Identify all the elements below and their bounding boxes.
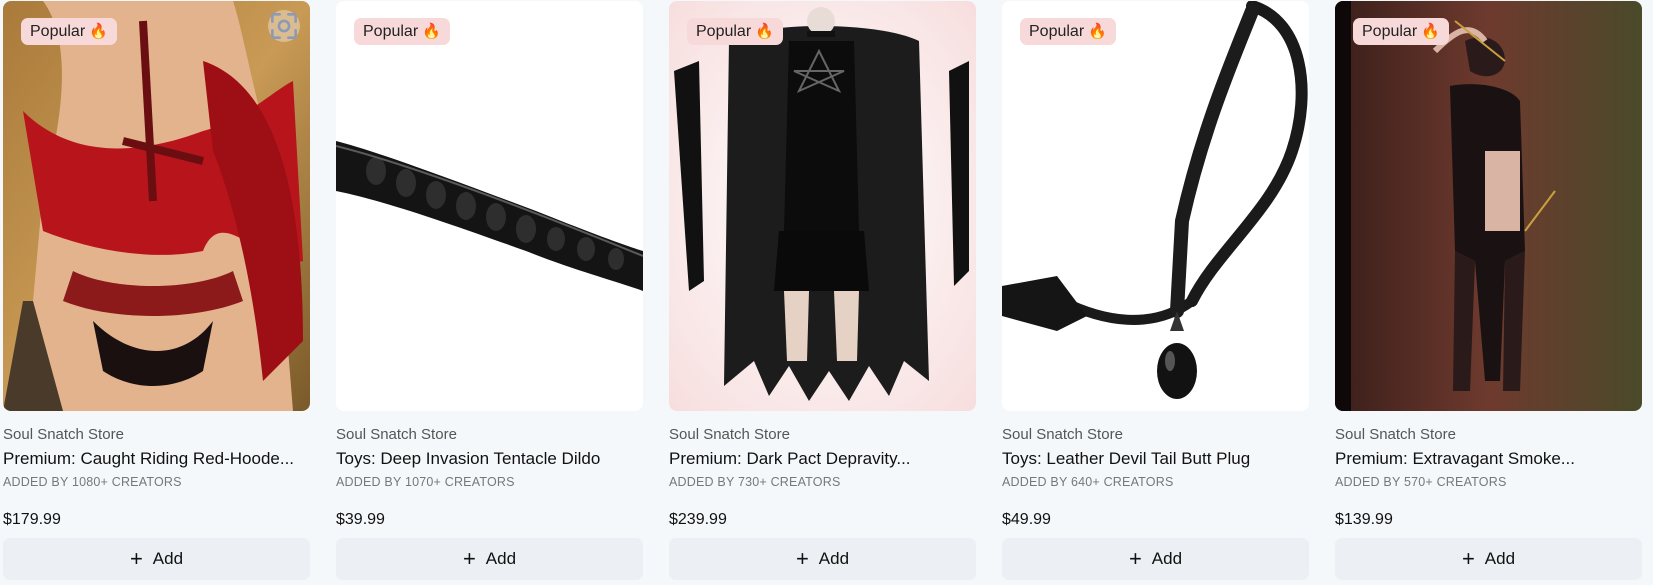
product-price: $139.99 (1335, 511, 1393, 528)
product-card[interactable]: Popular 🔥 Soul Snatch Store Toys: Deep I… (336, 0, 643, 585)
product-card[interactable]: Popular 🔥 Soul Snatch Store Toys: Leathe… (1002, 0, 1309, 585)
product-title[interactable]: Toys: Leather Devil Tail Butt Plug (1002, 449, 1309, 469)
visual-search-button[interactable] (268, 10, 300, 42)
add-button[interactable]: + Add (1335, 538, 1642, 580)
popular-badge: Popular 🔥 (1353, 18, 1449, 45)
product-title[interactable]: Premium: Extravagant Smoke... (1335, 449, 1642, 469)
plus-icon: + (462, 546, 476, 571)
add-button-label: Add (152, 549, 184, 568)
add-button[interactable]: + Add (1002, 538, 1309, 580)
product-price: $39.99 (336, 511, 385, 528)
popular-badge-label: Popular (696, 23, 752, 40)
product-photo-black-latex-outfit (669, 1, 976, 411)
popular-badge-label: Popular (30, 23, 86, 40)
popular-badge-label: Popular (363, 23, 419, 40)
product-title[interactable]: Premium: Caught Riding Red-Hoode... (3, 449, 310, 469)
added-by-count: ADDED BY 570+ CREATORS (1335, 475, 1507, 489)
store-name[interactable]: Soul Snatch Store (3, 426, 124, 443)
product-price: $179.99 (3, 511, 61, 528)
popular-badge: Popular 🔥 (687, 18, 783, 45)
product-title[interactable]: Toys: Deep Invasion Tentacle Dildo (336, 449, 643, 469)
scan-icon (271, 13, 297, 39)
product-image[interactable]: Popular 🔥 (336, 1, 643, 411)
added-by-count: ADDED BY 1070+ CREATORS (336, 475, 515, 489)
product-card[interactable]: Popular 🔥 Soul Snatch Store Premium: Dar… (669, 0, 976, 585)
product-photo-smoke-costume (1335, 1, 1642, 411)
plus-icon: + (1461, 546, 1475, 571)
popular-badge-label: Popular (1029, 23, 1085, 40)
add-button-label: Add (1151, 549, 1183, 568)
added-by-count: ADDED BY 1080+ CREATORS (3, 475, 182, 489)
add-button[interactable]: + Add (669, 538, 976, 580)
popular-badge: Popular 🔥 (354, 18, 450, 45)
product-title[interactable]: Premium: Dark Pact Depravity... (669, 449, 976, 469)
added-by-count: ADDED BY 730+ CREATORS (669, 475, 841, 489)
add-button-label: Add (818, 549, 850, 568)
store-name[interactable]: Soul Snatch Store (1335, 426, 1456, 443)
fire-icon: 🔥 (1421, 23, 1440, 40)
product-image[interactable]: Popular 🔥 (1335, 1, 1642, 411)
product-card[interactable]: Popular 🔥 Soul Snatch Store Premium: Ext… (1335, 0, 1642, 585)
popular-badge-label: Popular (1362, 23, 1418, 40)
product-photo-red-harness (3, 1, 310, 411)
product-price: $49.99 (1002, 511, 1051, 528)
plus-icon: + (129, 546, 143, 571)
add-button[interactable]: + Add (336, 538, 643, 580)
popular-badge: Popular 🔥 (1020, 18, 1116, 45)
product-grid: Popular 🔥 Soul Snatch Store Premium: Cau… (0, 0, 1653, 585)
product-image[interactable]: Popular 🔥 (3, 1, 310, 411)
product-photo-devil-tail (1002, 1, 1309, 411)
product-photo-black-tentacle (336, 1, 643, 411)
popular-badge: Popular 🔥 (21, 18, 117, 45)
product-image[interactable]: Popular 🔥 (669, 1, 976, 411)
product-card[interactable]: Popular 🔥 Soul Snatch Store Premium: Cau… (3, 0, 310, 585)
add-button[interactable]: + Add (3, 538, 310, 580)
fire-icon: 🔥 (422, 23, 441, 40)
fire-icon: 🔥 (755, 23, 774, 40)
plus-icon: + (795, 546, 809, 571)
store-name[interactable]: Soul Snatch Store (669, 426, 790, 443)
store-name[interactable]: Soul Snatch Store (336, 426, 457, 443)
added-by-count: ADDED BY 640+ CREATORS (1002, 475, 1174, 489)
add-button-label: Add (485, 549, 517, 568)
fire-icon: 🔥 (1088, 23, 1107, 40)
product-image[interactable]: Popular 🔥 (1002, 1, 1309, 411)
plus-icon: + (1128, 546, 1142, 571)
store-name[interactable]: Soul Snatch Store (1002, 426, 1123, 443)
product-price: $239.99 (669, 511, 727, 528)
fire-icon: 🔥 (89, 23, 108, 40)
add-button-label: Add (1484, 549, 1516, 568)
